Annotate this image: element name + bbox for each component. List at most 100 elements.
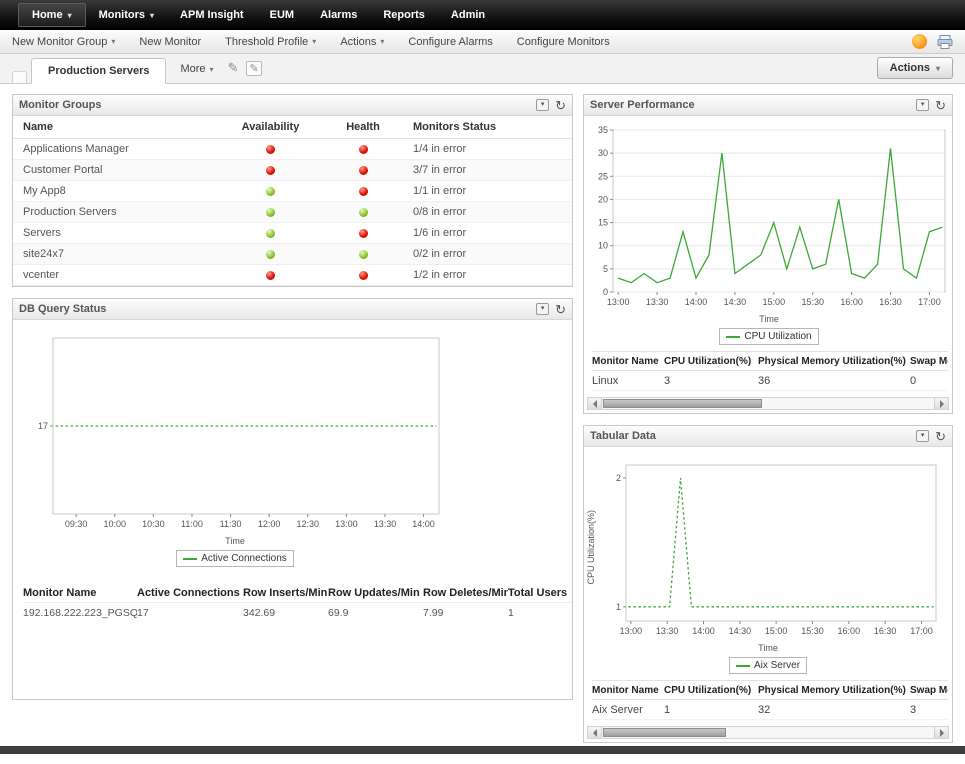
actions-menu[interactable]: Actions ▾ bbox=[340, 36, 384, 48]
configure-monitors-link[interactable]: Configure Monitors bbox=[517, 36, 610, 48]
scroll-right-button[interactable] bbox=[934, 727, 948, 738]
availability-status-dot bbox=[266, 208, 275, 217]
configure-alarms-link[interactable]: Configure Alarms bbox=[408, 36, 492, 48]
collapse-icon[interactable]: ▾ bbox=[916, 430, 929, 442]
horizontal-scrollbar[interactable] bbox=[587, 397, 949, 410]
monitor-groups-column-headers: Name Availability Health Monitors Status bbox=[13, 116, 572, 139]
availability-cell bbox=[228, 143, 313, 155]
scroll-right-button[interactable] bbox=[934, 398, 948, 409]
svg-text:14:00: 14:00 bbox=[692, 626, 715, 636]
column-header: Row Inserts/Min bbox=[243, 587, 328, 599]
availability-cell bbox=[228, 206, 313, 218]
svg-text:16:30: 16:30 bbox=[879, 297, 902, 307]
svg-text:13:00: 13:00 bbox=[335, 519, 358, 529]
db-query-table: Monitor NameActive ConnectionsRow Insert… bbox=[23, 583, 572, 623]
collapse-icon[interactable]: ▾ bbox=[916, 99, 929, 111]
monitor-group-row[interactable]: Applications Manager1/4 in error bbox=[13, 139, 572, 160]
monitor-group-row[interactable]: vcenter1/2 in error bbox=[13, 265, 572, 286]
svg-text:13:30: 13:30 bbox=[646, 297, 669, 307]
new-monitor-label: New Monitor bbox=[139, 36, 201, 48]
configure-monitors-label: Configure Monitors bbox=[517, 36, 610, 48]
tab-strip-handle-icon[interactable] bbox=[12, 71, 27, 83]
monitor-group-name[interactable]: Customer Portal bbox=[13, 164, 228, 176]
monitor-group-name[interactable]: site24x7 bbox=[13, 248, 228, 260]
monitor-group-row[interactable]: Customer Portal3/7 in error bbox=[13, 160, 572, 181]
threshold-profile-menu[interactable]: Threshold Profile ▾ bbox=[225, 36, 316, 48]
nav-alarms[interactable]: Alarms bbox=[307, 0, 370, 30]
svg-text:09:30: 09:30 bbox=[65, 519, 88, 529]
column-header: CPU Utilization(%) bbox=[664, 685, 758, 696]
chevron-down-icon: ▾ bbox=[210, 65, 214, 74]
collapse-icon[interactable]: ▾ bbox=[536, 303, 549, 315]
monitor-group-row[interactable]: Servers 1/6 in error bbox=[13, 223, 572, 244]
nav-admin[interactable]: Admin bbox=[438, 0, 498, 30]
cell: 17 bbox=[137, 607, 243, 619]
theme-icon[interactable] bbox=[912, 34, 927, 49]
monitor-group-name[interactable]: My App8 bbox=[13, 185, 228, 197]
scrollbar-track[interactable] bbox=[602, 727, 934, 738]
chevron-down-icon: ▾ bbox=[936, 64, 940, 73]
refresh-icon[interactable]: ↻ bbox=[935, 430, 946, 443]
horizontal-scrollbar[interactable] bbox=[587, 726, 949, 739]
availability-cell bbox=[228, 164, 313, 176]
monitor-groups-panel: Monitor Groups ▾ ↻ Name Availability Hea… bbox=[12, 94, 573, 287]
refresh-icon[interactable]: ↻ bbox=[555, 99, 566, 112]
svg-text:15:00: 15:00 bbox=[763, 297, 786, 307]
nav-reports[interactable]: Reports bbox=[370, 0, 438, 30]
availability-status-dot bbox=[266, 187, 275, 196]
column-header: Active Connections bbox=[137, 587, 243, 599]
left-arrow-icon bbox=[589, 729, 597, 737]
cell: 192.168.222.223_PGSQL bbox=[23, 607, 137, 619]
scroll-left-button[interactable] bbox=[588, 398, 602, 409]
health-cell bbox=[313, 143, 413, 155]
tabular-data-panel: Tabular Data ▾ ↻ CPU Utilization(%) 1213… bbox=[583, 425, 953, 743]
collapse-icon[interactable]: ▾ bbox=[536, 99, 549, 111]
refresh-icon[interactable]: ↻ bbox=[555, 303, 566, 316]
top-nav: Home ▾ Monitors ▾ APM Insight EUM Alarms… bbox=[0, 0, 965, 30]
nav-monitors[interactable]: Monitors ▾ bbox=[86, 0, 167, 30]
svg-text:13:00: 13:00 bbox=[620, 626, 643, 636]
monitors-status: 1/6 in error bbox=[413, 227, 572, 239]
monitor-group-name[interactable]: vcenter bbox=[13, 269, 228, 281]
chevron-down-icon: ▾ bbox=[150, 11, 154, 20]
threshold-profile-label: Threshold Profile bbox=[225, 36, 308, 48]
more-label: More bbox=[180, 63, 205, 75]
nav-apm-insight[interactable]: APM Insight bbox=[167, 0, 257, 30]
new-dashboard-icon[interactable]: ✎ bbox=[246, 61, 261, 76]
dashboard-actions-button[interactable]: Actions ▾ bbox=[877, 57, 953, 79]
monitor-group-row[interactable]: site24x70/2 in error bbox=[13, 244, 572, 265]
tabular-data-chart: 1213:0013:3014:0014:3015:0015:3016:0016:… bbox=[600, 453, 946, 639]
nav-home[interactable]: Home ▾ bbox=[18, 3, 86, 27]
nav-eum[interactable]: EUM bbox=[257, 0, 307, 30]
new-monitor-link[interactable]: New Monitor bbox=[139, 36, 201, 48]
availability-status-dot bbox=[266, 145, 275, 154]
toolbar-icons bbox=[912, 34, 953, 49]
panel-title: Tabular Data bbox=[590, 430, 656, 442]
edit-dashboard-icon[interactable]: ✎ bbox=[228, 60, 239, 76]
new-monitor-group-menu[interactable]: New Monitor Group ▾ bbox=[12, 36, 115, 48]
monitor-group-name[interactable]: Production Servers bbox=[13, 206, 228, 218]
scroll-left-button[interactable] bbox=[588, 727, 602, 738]
scrollbar-thumb[interactable] bbox=[603, 728, 726, 737]
panel-title: DB Query Status bbox=[19, 303, 106, 315]
svg-text:12:30: 12:30 bbox=[296, 519, 319, 529]
more-tabs-menu[interactable]: More ▾ bbox=[180, 63, 213, 75]
table-row: 192.168.222.223_PGSQL17342.6969.97.991 bbox=[23, 603, 572, 623]
db-query-status-header: DB Query Status ▾ ↻ bbox=[13, 299, 572, 320]
print-icon[interactable] bbox=[937, 35, 953, 49]
availability-cell bbox=[228, 227, 313, 239]
monitor-group-row[interactable]: Production Servers0/8 in error bbox=[13, 202, 572, 223]
cell: 3 bbox=[664, 375, 758, 387]
scrollbar-thumb[interactable] bbox=[603, 399, 762, 408]
monitor-group-row[interactable]: My App81/1 in error bbox=[13, 181, 572, 202]
y-axis-title: CPU Utilization(%) bbox=[586, 510, 600, 585]
scrollbar-track[interactable] bbox=[602, 398, 934, 409]
svg-text:17:00: 17:00 bbox=[910, 626, 933, 636]
tab-production-servers[interactable]: Production Servers bbox=[31, 58, 166, 84]
health-cell bbox=[313, 206, 413, 218]
svg-text:15:00: 15:00 bbox=[765, 626, 788, 636]
monitor-group-name[interactable]: Applications Manager bbox=[13, 143, 228, 155]
refresh-icon[interactable]: ↻ bbox=[935, 99, 946, 112]
server-performance-table: Monitor NameCPU Utilization(%)Physical M… bbox=[592, 351, 948, 391]
monitor-group-name[interactable]: Servers bbox=[13, 227, 228, 239]
